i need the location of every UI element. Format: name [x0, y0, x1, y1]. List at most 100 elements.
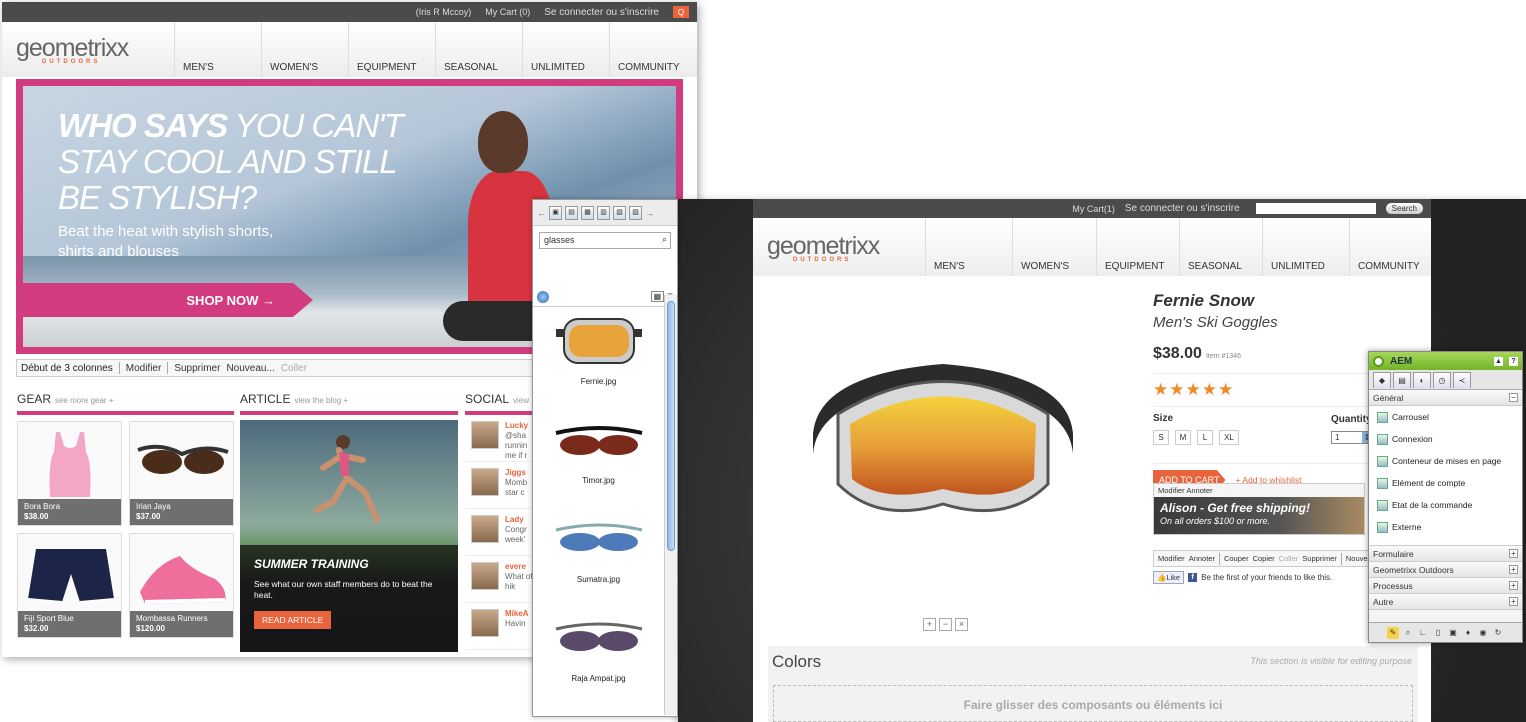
edit-mode-icon[interactable]: ✎ [1387, 626, 1399, 639]
component-item[interactable]: Etat de la commande [1369, 494, 1522, 516]
asset-item[interactable]: Timor.jpg [533, 394, 664, 493]
article-card[interactable]: SUMMER TRAINING See what our own staff m… [240, 420, 458, 652]
drop-zone[interactable]: Faire glisser des composants ou éléments… [773, 685, 1413, 722]
component-item[interactable]: Elément de compte [1369, 472, 1522, 494]
group-form[interactable]: Formulaire + [1369, 546, 1522, 562]
asset-item[interactable]: Raja Ampat.jpg [533, 592, 664, 691]
paragraph-tab-icon[interactable]: ▧ [613, 205, 626, 220]
components-tab-icon[interactable]: ◆ [1373, 371, 1391, 388]
gear-more-link[interactable]: see more gear + [55, 396, 113, 405]
expand-icon[interactable]: + [1509, 549, 1518, 558]
size-option[interactable]: M [1175, 430, 1191, 445]
logo[interactable]: geometrixx OUTDOORS [753, 232, 925, 263]
info-tab-icon[interactable]: ◐ [1413, 371, 1431, 388]
size-option[interactable]: XL [1219, 430, 1239, 445]
signin-link[interactable]: Se connecter ou s'inscrire [544, 7, 659, 18]
nav-seasonal[interactable]: SEASONAL [1179, 218, 1262, 276]
zoom-in-icon[interactable]: + [923, 618, 936, 631]
delete-button[interactable]: Supprimer [174, 363, 220, 374]
preview-icon[interactable]: ⌕ [1402, 627, 1414, 639]
group-geometrixx[interactable]: Geometrixx Outdoors + [1369, 562, 1522, 578]
paste-button[interactable]: Coller [281, 363, 307, 374]
sidekick-header[interactable]: AEM ▲ ? [1369, 352, 1522, 370]
shop-now-button[interactable]: SHOP NOW → [23, 283, 313, 317]
product-card[interactable]: Fiji Sport Blue $32.00 [17, 533, 122, 638]
close-icon[interactable]: × [955, 618, 968, 631]
post-author[interactable]: Jiggs [505, 468, 526, 477]
nav-mens[interactable]: MEN'S [925, 218, 1012, 276]
reload-icon[interactable]: ↻ [1492, 627, 1504, 639]
design-icon[interactable]: ∟ [1417, 627, 1429, 639]
arrow-left-icon[interactable]: ← [537, 208, 546, 218]
modify-button[interactable]: Modifier [126, 363, 162, 374]
social-view-link[interactable]: view [513, 396, 529, 405]
search-button[interactable]: Search [1385, 203, 1423, 214]
component-item[interactable]: Carrousel [1369, 406, 1522, 428]
workflow-tab-icon[interactable]: ≺ [1453, 371, 1471, 388]
nav-community[interactable]: COMMUNITY [609, 22, 697, 77]
view-blog-link[interactable]: view the blog + [294, 396, 348, 405]
search-input[interactable] [1255, 203, 1376, 214]
logo[interactable]: geometrixx OUTDOORS [2, 34, 174, 65]
nav-equipment[interactable]: EQUIPMENT [348, 22, 435, 77]
component-item[interactable]: Conteneur de mises en page [1369, 450, 1522, 472]
read-article-button[interactable]: READ ARTICLE [254, 611, 332, 629]
nav-womens[interactable]: WOMEN'S [261, 22, 348, 77]
group-other[interactable]: Autre + [1369, 594, 1522, 610]
cart-link[interactable]: My Cart (0) [485, 7, 530, 17]
paste-button[interactable]: Coller [1279, 554, 1299, 563]
zoom-out-icon[interactable]: − [939, 618, 952, 631]
post-author[interactable]: evere [505, 562, 526, 571]
client-context-icon[interactable]: ♦ [1462, 627, 1474, 639]
component-item[interactable]: Connexion [1369, 428, 1522, 450]
component-item[interactable]: Externe [1369, 516, 1522, 538]
collapse-icon[interactable]: − [1509, 393, 1518, 402]
group-general[interactable]: Général − [1369, 390, 1522, 406]
website-icon[interactable]: ◉ [1477, 627, 1489, 639]
nav-equipment[interactable]: EQUIPMENT [1096, 218, 1179, 276]
nav-womens[interactable]: WOMEN'S [1012, 218, 1096, 276]
nav-community[interactable]: COMMUNITY [1349, 218, 1431, 276]
search-icon[interactable]: Q [673, 6, 689, 18]
expand-icon[interactable]: + [1509, 565, 1518, 574]
asset-item[interactable]: Fernie.jpg [533, 295, 664, 394]
cart-link[interactable]: My Cart(1) [1072, 204, 1115, 214]
signin-link[interactable]: Se connecter ou s'inscrire [1125, 203, 1240, 214]
finder-scrollbar[interactable] [664, 295, 677, 715]
document-tab-icon[interactable]: ▤ [565, 205, 578, 220]
annotate-button[interactable]: Annoter [1189, 554, 1215, 563]
post-author[interactable]: MikeA [505, 609, 529, 618]
like-button[interactable]: 👍Like [1153, 571, 1185, 584]
cut-button[interactable]: Couper [1224, 554, 1249, 563]
scrollbar-thumb[interactable] [667, 301, 675, 551]
product-card[interactable]: Mombassa Runners $120.00 [129, 533, 234, 638]
collapse-icon[interactable]: ▲ [1494, 356, 1503, 366]
image-tab-icon[interactable]: ▣ [549, 205, 562, 220]
rating-stars[interactable]: ★★★★★ [1153, 380, 1373, 400]
expand-icon[interactable]: + [1509, 581, 1518, 590]
copy-button[interactable]: Copier [1253, 554, 1275, 563]
post-author[interactable]: Lucky [505, 421, 528, 430]
goggle-image[interactable] [808, 354, 1078, 529]
product-tab-icon[interactable]: ▨ [629, 205, 642, 220]
quantity-select[interactable]: 1 ⇕ [1331, 431, 1373, 444]
search-input[interactable]: glasses ⌕ [539, 232, 671, 249]
post-author[interactable]: Lady [505, 515, 524, 524]
promo-edit-bar[interactable]: Modifier Annoter [1154, 484, 1364, 497]
delete-button[interactable]: Supprimer [1302, 554, 1337, 563]
size-option[interactable]: S [1153, 430, 1169, 445]
media-tab-icon[interactable]: ▦ [581, 205, 594, 220]
expand-icon[interactable]: + [1509, 597, 1518, 606]
versioning-tab-icon[interactable]: ◷ [1433, 371, 1451, 388]
nav-unlimited[interactable]: UNLIMITED [1262, 218, 1349, 276]
page-tab-icon[interactable]: ▤ [1393, 371, 1411, 388]
asset-item[interactable]: Sumatra.jpg [533, 493, 664, 592]
page-icon[interactable]: ▯ [1432, 627, 1444, 639]
help-icon[interactable]: ? [1509, 356, 1518, 366]
new-button[interactable]: Nouveau... [226, 363, 274, 374]
scaffold-icon[interactable]: ▣ [1447, 627, 1459, 639]
product-card[interactable]: Irian Jaya $37.00 [129, 421, 234, 526]
group-process[interactable]: Processus + [1369, 578, 1522, 594]
arrow-right-icon[interactable]: → [645, 208, 654, 218]
search-icon[interactable]: ⌕ [662, 234, 667, 245]
